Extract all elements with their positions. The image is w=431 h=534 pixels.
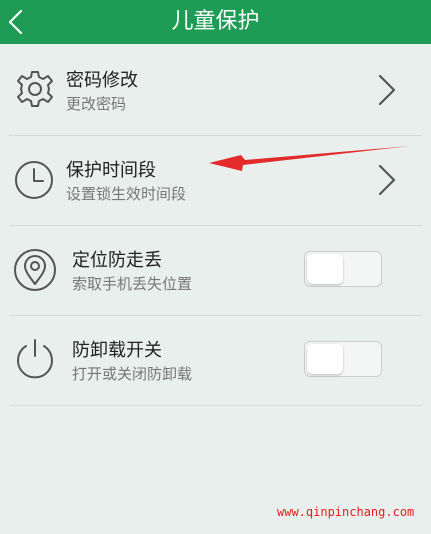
- anti-uninstall-toggle[interactable]: [304, 341, 382, 377]
- settings-row-anti-uninstall: 防卸载开关 打开或关闭防卸载: [0, 316, 431, 406]
- row-title: 定位防走丢: [72, 250, 162, 271]
- red-arrow-annotation: [209, 146, 410, 171]
- toggle-knob: [307, 344, 343, 374]
- chevron-right-icon: [378, 74, 396, 106]
- settings-row-location: 定位防走丢 索取手机丢失位置: [0, 226, 431, 316]
- row-subtitle: 索取手机丢失位置: [72, 275, 193, 293]
- settings-row-password[interactable]: 密码修改 更改密码: [0, 46, 431, 136]
- row-subtitle: 打开或关闭防卸载: [72, 365, 193, 383]
- location-pin-icon: [14, 249, 56, 291]
- power-icon: [17, 339, 53, 379]
- watermark-text: www.qinpinchang.com: [277, 505, 415, 519]
- gear-icon: [17, 71, 53, 107]
- location-toggle[interactable]: [304, 251, 382, 287]
- row-title: 防卸载开关: [72, 340, 162, 361]
- toggle-knob: [307, 254, 343, 284]
- row-title: 保护时间段: [66, 160, 156, 181]
- divider: [9, 405, 422, 406]
- clock-icon: [15, 161, 53, 199]
- row-title: 密码修改: [66, 70, 138, 91]
- row-subtitle: 设置锁生效时间段: [66, 185, 187, 203]
- page-title: 儿童保护: [171, 9, 260, 34]
- row-subtitle: 更改密码: [66, 95, 127, 113]
- header-bar: 儿童保护: [0, 0, 431, 44]
